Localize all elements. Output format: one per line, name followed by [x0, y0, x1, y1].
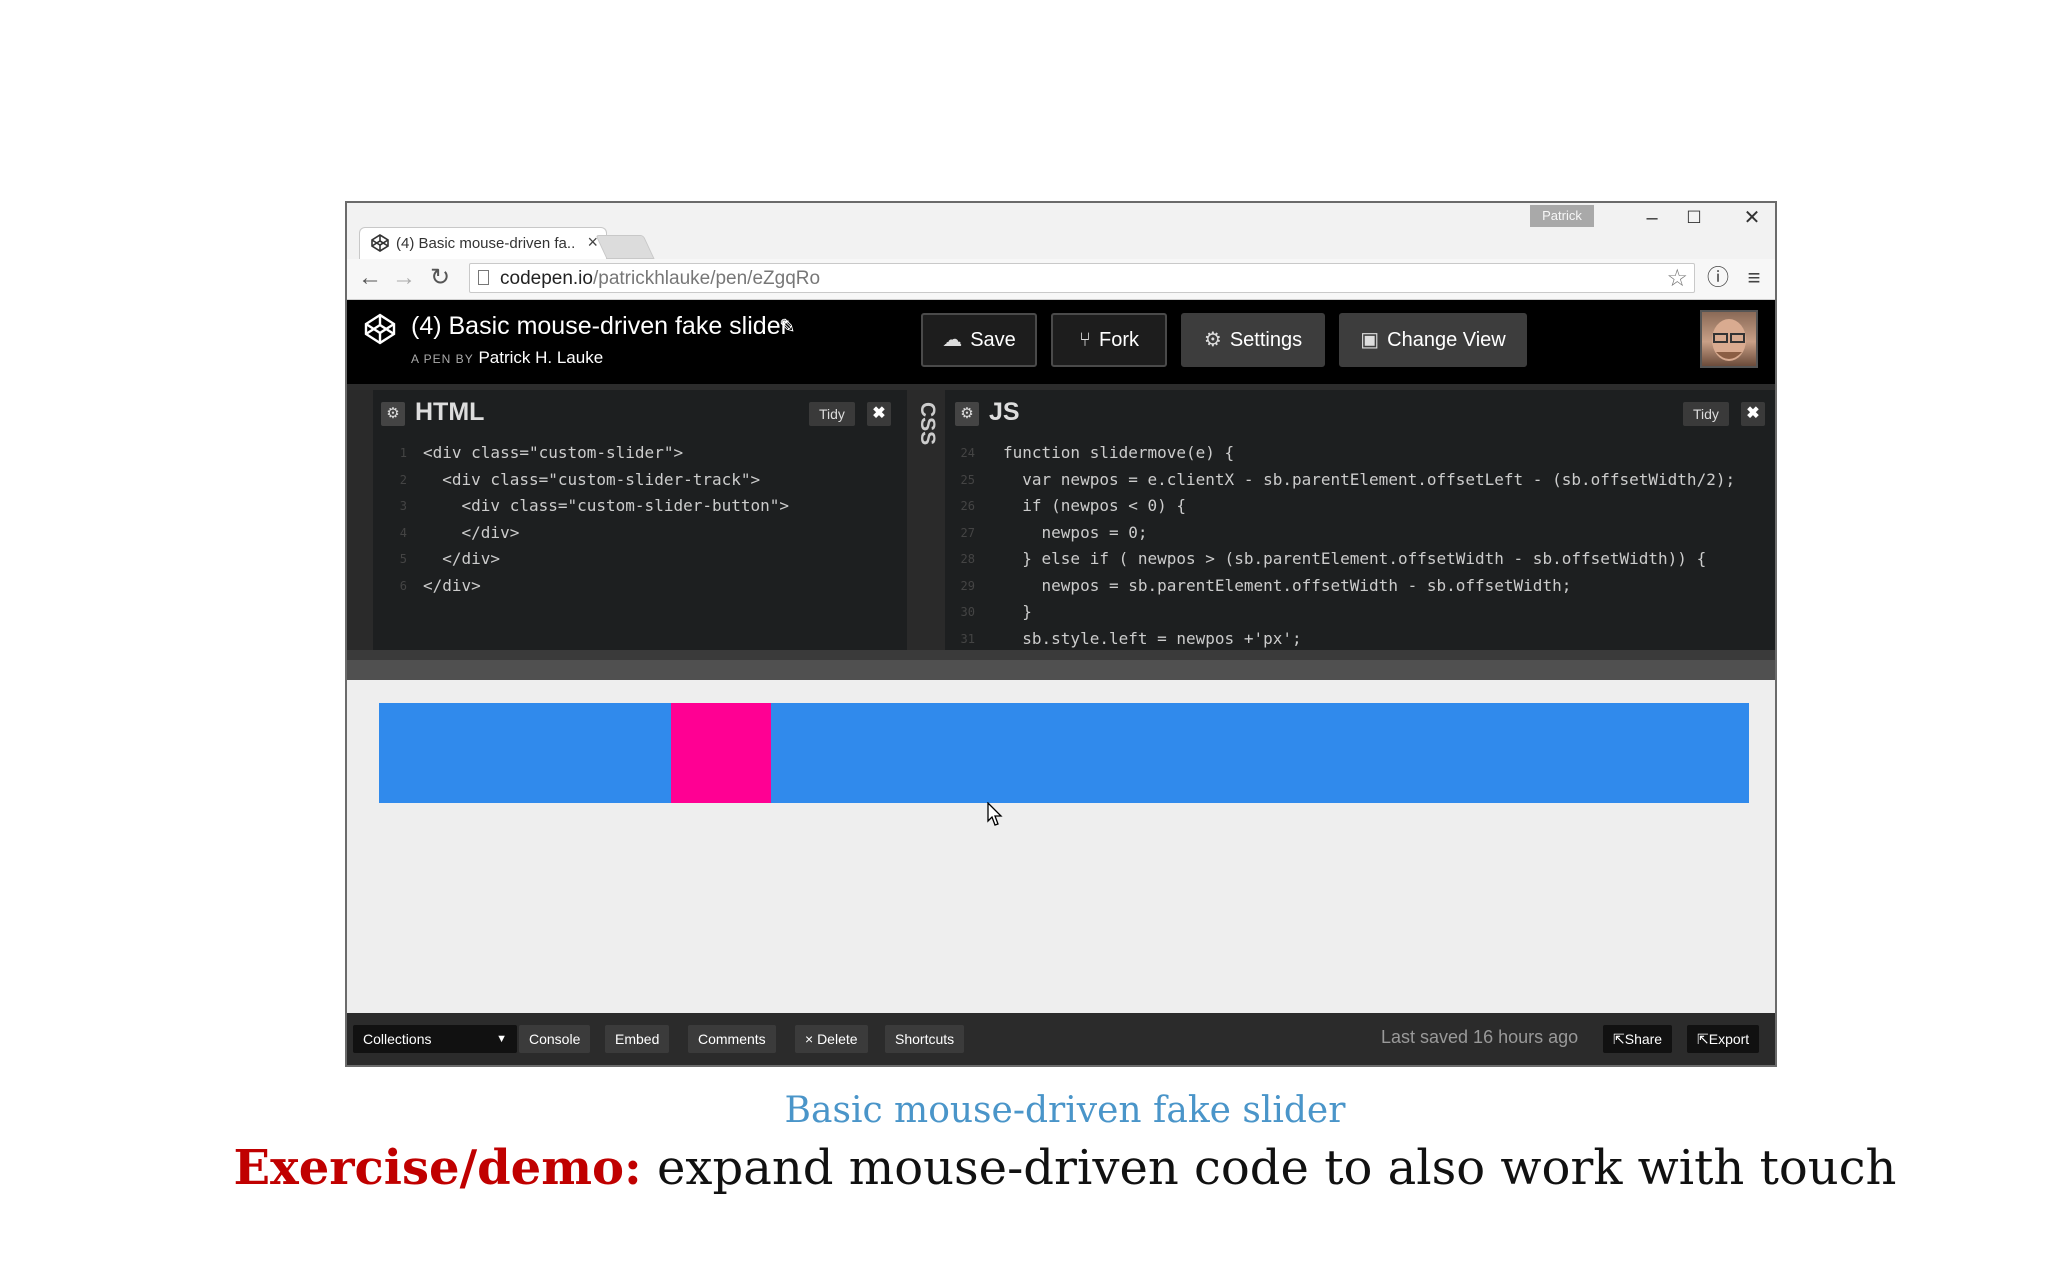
- pen-title[interactable]: (4) Basic mouse-driven fake slider: [411, 312, 789, 341]
- browser-window: (4) Basic mouse-driven fa... × Patrick –…: [345, 201, 1777, 1067]
- html-code-lines: <div class="custom-slider"> <div class="…: [423, 440, 789, 599]
- html-editor[interactable]: ⚙ HTML Tidy ✖ 1 2 3 4 5 6 <div class="cu…: [373, 390, 907, 650]
- custom-slider-button[interactable]: [671, 703, 771, 803]
- code-line: sb.style.left = newpos +'px';: [1003, 628, 1302, 648]
- export-icon: ⇱: [1697, 1031, 1709, 1047]
- delete-button[interactable]: × Delete: [795, 1025, 868, 1053]
- code-line: <div class="custom-slider-track">: [423, 469, 761, 489]
- url-input[interactable]: codepen.io/patrickhlauke/pen/eZgqRo ☆: [469, 263, 1695, 293]
- js-tidy-button[interactable]: Tidy: [1683, 402, 1729, 426]
- js-editor-title: JS: [989, 398, 1020, 426]
- layout-icon: ▣: [1360, 329, 1380, 351]
- html-settings-gear-icon[interactable]: ⚙: [381, 402, 405, 426]
- byline-prefix: A PEN BY: [411, 352, 474, 366]
- code-line: newpos = sb.parentElement.offsetWidth - …: [1003, 575, 1572, 595]
- html-editor-header: ⚙ HTML Tidy ✖: [373, 390, 907, 436]
- pen-byline: A PEN BY Patrick H. Lauke: [411, 348, 603, 368]
- code-line: }: [1003, 602, 1032, 621]
- code-line: function slidermove(e) {: [1003, 443, 1235, 462]
- codepen-logo-icon[interactable]: [363, 312, 397, 346]
- caption-text: expand mouse-driven code to also work wi…: [641, 1140, 1897, 1196]
- fork-button[interactable]: ⑂ Fork: [1051, 313, 1167, 367]
- export-button[interactable]: ⇱Export: [1687, 1025, 1760, 1053]
- comments-button[interactable]: Comments: [688, 1025, 776, 1053]
- page-icon: [478, 270, 489, 285]
- author-link[interactable]: Patrick H. Lauke: [478, 348, 603, 367]
- html-collapse-icon[interactable]: ✖: [867, 402, 891, 426]
- new-tab-button[interactable]: [595, 235, 655, 259]
- js-code-lines: function slidermove(e) { var newpos = e.…: [1003, 440, 1735, 652]
- settings-button[interactable]: ⚙ Settings: [1181, 313, 1325, 367]
- code-line: <div class="custom-slider-button">: [423, 496, 790, 515]
- avatar[interactable]: [1700, 310, 1758, 368]
- collections-dropdown[interactable]: Collections ▼: [353, 1025, 517, 1053]
- chevron-down-icon: ▼: [496, 1033, 507, 1045]
- share-icon: ⇱: [1613, 1031, 1625, 1047]
- tab-strip: (4) Basic mouse-driven fa... × Patrick –…: [347, 203, 1775, 259]
- address-bar: ← → ↻ codepen.io/patrickhlauke/pen/eZgqR…: [347, 259, 1775, 300]
- code-line: </div>: [423, 522, 520, 542]
- avatar-face-icon: [1712, 319, 1746, 361]
- css-editor-collapsed[interactable]: CSS: [907, 390, 945, 650]
- embed-button[interactable]: Embed: [605, 1025, 670, 1053]
- reload-icon[interactable]: ↻: [425, 263, 455, 293]
- forward-arrow-icon[interactable]: →: [389, 263, 419, 293]
- preview-pane: [347, 680, 1775, 1013]
- code-line: newpos = 0;: [1003, 522, 1148, 542]
- js-line-numbers: 24 25 26 27 28 29 30 31: [960, 446, 975, 646]
- caption-main: Exercise/demo: expand mouse-driven code …: [0, 1140, 2048, 1196]
- css-editor-title: CSS: [916, 402, 939, 446]
- back-arrow-icon[interactable]: ←: [355, 263, 385, 293]
- save-button[interactable]: ☁ Save: [921, 313, 1037, 367]
- console-button[interactable]: Console: [519, 1025, 591, 1053]
- tab-title: (4) Basic mouse-driven fa...: [396, 235, 574, 252]
- fork-icon: ⑂: [1079, 329, 1091, 351]
- code-line: <div class="custom-slider">: [423, 443, 684, 462]
- js-editor-header: ⚙ JS Tidy ✖: [947, 390, 1775, 436]
- url-text: codepen.io/patrickhlauke/pen/eZgqRo: [500, 268, 821, 289]
- editor-left-gutter: [347, 390, 373, 650]
- bookmark-star-icon[interactable]: ☆: [1666, 264, 1688, 293]
- html-line-numbers: 1 2 3 4 5 6: [399, 446, 407, 593]
- code-line: </div>: [423, 575, 481, 595]
- code-line: if (newpos < 0) {: [1003, 496, 1187, 515]
- editor-bottom-border: [347, 650, 1775, 660]
- mouse-cursor-icon: [987, 802, 1003, 826]
- js-editor[interactable]: ⚙ JS Tidy ✖ 24 25 26 27 28 29 30 31 func…: [947, 390, 1775, 650]
- codepen-favicon-icon: [371, 234, 389, 252]
- html-editor-title: HTML: [415, 398, 485, 426]
- share-button[interactable]: ⇱Share: [1603, 1025, 1673, 1053]
- browser-tab[interactable]: (4) Basic mouse-driven fa... ×: [359, 227, 607, 259]
- change-view-button[interactable]: ▣ Change View: [1339, 313, 1527, 367]
- editor-resize-handle[interactable]: [347, 660, 1775, 680]
- js-settings-gear-icon[interactable]: ⚙: [955, 402, 979, 426]
- maximize-icon[interactable]: ☐: [1669, 203, 1719, 233]
- gear-icon: ⚙: [1203, 329, 1222, 351]
- code-line: var newpos = e.clientX - sb.parentElemen…: [1003, 469, 1736, 489]
- caption-subtitle: Basic mouse-driven fake slider: [784, 1090, 1346, 1131]
- extension-info-icon[interactable]: ⓘ: [1703, 263, 1733, 293]
- html-tidy-button[interactable]: Tidy: [809, 402, 855, 426]
- menu-icon[interactable]: ≡: [1739, 263, 1769, 293]
- profile-badge[interactable]: Patrick: [1530, 205, 1594, 227]
- edit-pencil-icon[interactable]: ✎: [779, 314, 796, 339]
- js-collapse-icon[interactable]: ✖: [1741, 402, 1765, 426]
- cloud-icon: ☁: [942, 329, 963, 351]
- last-saved-status: Last saved 16 hours ago: [1381, 1027, 1579, 1047]
- codepen-header: (4) Basic mouse-driven fake slider ✎ A P…: [347, 300, 1775, 384]
- editor-area: ⚙ HTML Tidy ✖ 1 2 3 4 5 6 <div class="cu…: [347, 384, 1775, 660]
- code-line: } else if ( newpos > (sb.parentElement.o…: [1003, 549, 1707, 568]
- code-line: </div>: [423, 549, 501, 568]
- shortcuts-button[interactable]: Shortcuts: [885, 1025, 965, 1053]
- window-close-icon[interactable]: ✕: [1727, 203, 1775, 233]
- caption-highlight: Exercise/demo:: [233, 1140, 642, 1196]
- codepen-footer: Collections ▼ Console Embed Comments × D…: [347, 1013, 1775, 1065]
- custom-slider-track[interactable]: [379, 703, 1749, 803]
